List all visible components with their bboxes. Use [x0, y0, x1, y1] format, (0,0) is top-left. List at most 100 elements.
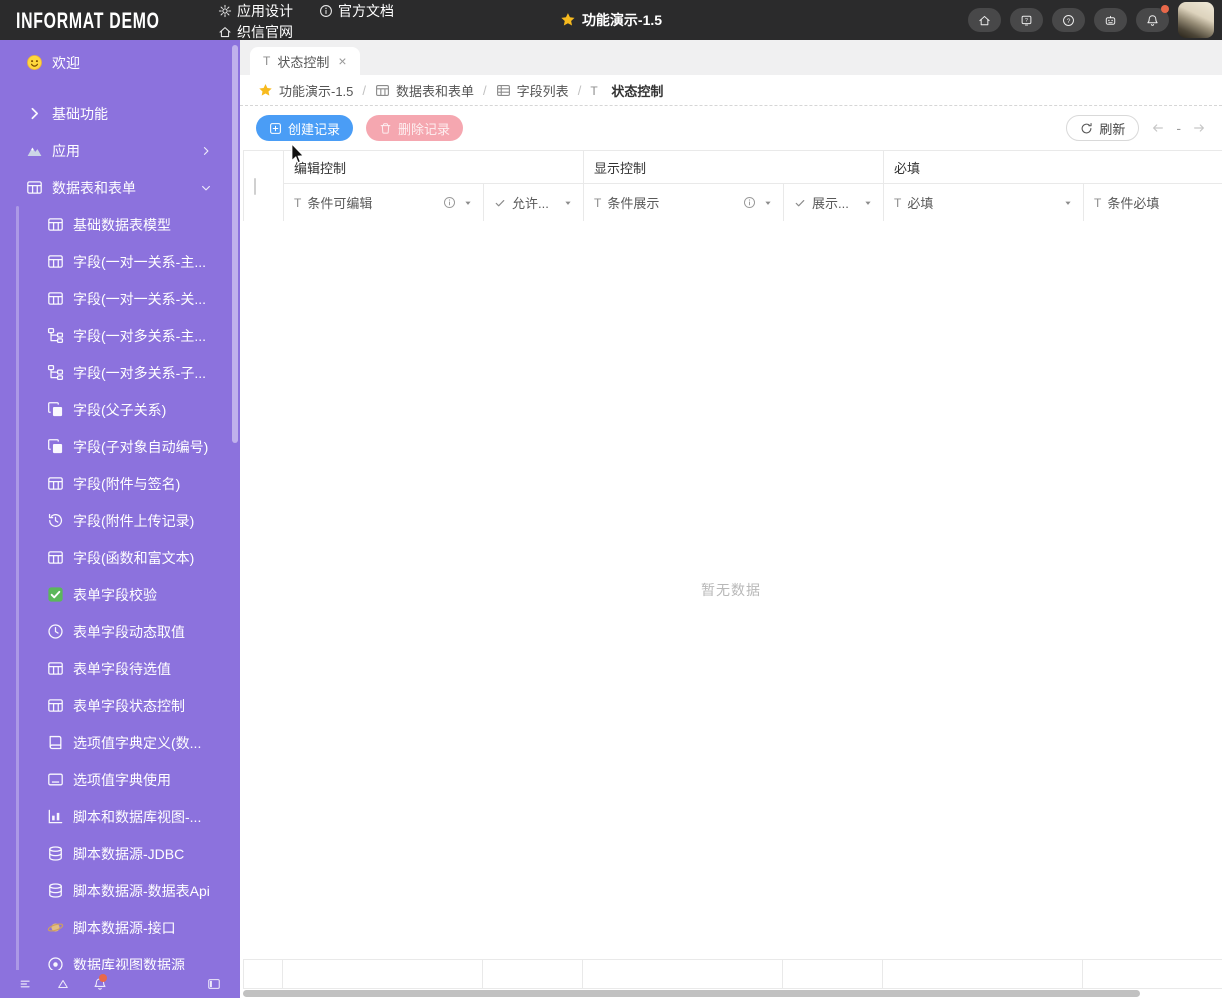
sidebar-item-script-ds-interface[interactable]: 脚本数据源-接口 [0, 909, 240, 946]
sidebar-item-form-field-state-control[interactable]: 表单字段状态控制 [0, 687, 240, 724]
column-header-col-required[interactable]: T 必填 [883, 183, 1085, 221]
sidebar-item-field-one-to-many-child[interactable]: 字段(一对多关系-子... [0, 354, 240, 391]
breadcrumb-bc-data-tables[interactable]: 数据表和表单 [375, 81, 474, 100]
plus-square-icon [269, 122, 282, 135]
sidebar-item-welcome[interactable]: 欢迎 [0, 44, 240, 81]
feedback-icon: ? [1020, 14, 1033, 27]
toggle-panel-button[interactable] [207, 977, 221, 991]
filter-caret-icon [563, 198, 573, 208]
arrow-right-icon[interactable] [1192, 121, 1206, 135]
horizontal-scrollbar-thumb[interactable] [243, 990, 1140, 997]
column-header-col-editable-condition[interactable]: T 条件可编辑 [283, 183, 484, 221]
check-green-icon [47, 586, 64, 603]
sidebar-item-label: 字段(一对多关系-主... [73, 327, 206, 344]
breadcrumb-bc-app[interactable]: 功能演示-1.5 [258, 81, 353, 100]
sidebar-item-label: 字段(父子关系) [73, 401, 167, 418]
column-group-display-control: 显示控制 [583, 150, 885, 184]
sidebar-item-field-one-to-one-main[interactable]: 字段(一对一关系-主... [0, 243, 240, 280]
delete-record-button[interactable]: 删除记录 [366, 115, 464, 141]
sidebar-item-script-db-view[interactable]: 脚本和数据库视图-... [0, 798, 240, 835]
sidebar-item-label: 字段(附件上传记录) [73, 512, 195, 529]
pager: - [1151, 120, 1206, 136]
select-all-checkbox[interactable] [254, 177, 256, 195]
sidebar-item-dict-usage[interactable]: 选项值字典使用 [0, 761, 240, 798]
refresh-button[interactable]: 刷新 [1066, 115, 1140, 141]
arrow-left-icon[interactable] [1151, 121, 1165, 135]
messages-button[interactable] [93, 974, 107, 991]
sidebar-item-dict-definition[interactable]: 选项值字典定义(数... [0, 724, 240, 761]
feedback-button[interactable]: ? [1010, 8, 1043, 32]
table-icon [375, 83, 390, 98]
sidebar-item-label: 脚本数据源-数据表Api [73, 882, 210, 899]
nav-item-official-site[interactable]: 织信官网 [218, 21, 293, 42]
sidebar-item-field-attachment-upload-log[interactable]: 字段(附件上传记录) [0, 502, 240, 539]
sidebar-item-label: 基础功能 [52, 105, 108, 122]
nav-item-official-docs[interactable]: 官方文档 [319, 0, 394, 21]
avatar[interactable] [1178, 2, 1214, 38]
notifications-button[interactable] [1136, 5, 1169, 32]
sidebar-item-field-parent-child[interactable]: 字段(父子关系) [0, 391, 240, 428]
column-header-col-required-condition[interactable]: T 条件必填 [1083, 183, 1222, 221]
sidebar-item-form-field-dynamic-value[interactable]: 表单字段动态取值 [0, 613, 240, 650]
collapse-menu-button[interactable] [19, 977, 33, 991]
nav-item-label: 应用设计 [237, 2, 293, 19]
sidebar-item-field-one-to-many-main[interactable]: 字段(一对多关系-主... [0, 317, 240, 354]
page-indicator: - [1176, 120, 1181, 136]
main-area: T 状态控制 × 功能演示-1.5 / 数据表和表单 / 字段列表 / T 状态控制 创建记录… [240, 40, 1222, 998]
sidebar-item-field-one-to-one-rel[interactable]: 字段(一对一关系-关... [0, 280, 240, 317]
column-header-col-allow[interactable]: 允许... [482, 183, 585, 221]
close-icon[interactable]: × [338, 53, 346, 69]
robot-icon [1104, 14, 1117, 27]
breadcrumb-bc-state-control[interactable]: T 状态控制 [590, 81, 663, 100]
column-label: 允许... [512, 196, 549, 211]
sidebar-scrollbar[interactable] [232, 45, 238, 443]
table-icon [47, 697, 64, 714]
table-icon [47, 549, 64, 566]
sidebar-item-script-ds-table-api[interactable]: 脚本数据源-数据表Api [0, 872, 240, 909]
assistant-button[interactable] [1094, 8, 1127, 32]
clock-icon [47, 623, 64, 640]
sidebar-item-label: 选项值字典定义(数... [73, 734, 202, 751]
breadcrumb-bc-field-list[interactable]: 字段列表 [496, 81, 569, 100]
sidebar-item-field-child-auto-number[interactable]: 字段(子对象自动编号) [0, 428, 240, 465]
sidebar-item-base-data-model[interactable]: 基础数据表模型 [0, 206, 240, 243]
create-record-button[interactable]: 创建记录 [256, 115, 354, 141]
column-label: 条件展示 [607, 196, 660, 211]
tab-state-control[interactable]: T 状态控制 × [250, 47, 360, 75]
footer-cell [483, 960, 583, 988]
toolbar: 创建记录 删除记录 刷新 - [240, 106, 1222, 150]
column-group-edit-control: 编辑控制 [282, 150, 585, 184]
filter-caret-icon [463, 198, 473, 208]
footer-cell [883, 960, 1083, 988]
smiley-icon [26, 54, 43, 71]
filter-caret-icon [763, 198, 773, 208]
column-header-col-display[interactable]: 展示... [783, 183, 885, 221]
sidebar-item-field-attachment-signature[interactable]: 字段(附件与签名) [0, 465, 240, 502]
footer-cell [1083, 960, 1222, 988]
sidebar-item-script-ds-jdbc[interactable]: 脚本数据源-JDBC [0, 835, 240, 872]
chevron-down-icon [200, 182, 212, 194]
sidebar-item-label: 脚本和数据库视图-... [73, 808, 202, 825]
column-header-col-display-condition[interactable]: T 条件展示 [583, 183, 785, 221]
sidebar-item-field-function-richtext[interactable]: 字段(函数和富文本) [0, 539, 240, 576]
help-button[interactable]: ? [1052, 8, 1085, 32]
breadcrumb-label: 数据表和表单 [396, 83, 475, 99]
info-icon [443, 196, 456, 209]
home-outline-icon [218, 25, 232, 39]
sidebar-item-basic-functions[interactable]: 基础功能 [0, 95, 240, 132]
sidebar-item-form-field-options[interactable]: 表单字段待选值 [0, 650, 240, 687]
footer-cell [283, 960, 483, 988]
sidebar-item-apps[interactable]: 应用 [0, 132, 240, 169]
sidebar-item-label: 字段(函数和富文本) [73, 549, 195, 566]
home-button[interactable] [968, 8, 1001, 32]
nav-item-app-design[interactable]: 应用设计 [218, 0, 293, 21]
sidebar-item-form-field-validation[interactable]: 表单字段校验 [0, 576, 240, 613]
announcement-button[interactable] [56, 977, 70, 991]
column-label: 展示... [812, 196, 849, 211]
field-text-icon: T [1094, 196, 1102, 210]
notification-badge [99, 974, 107, 982]
top-nav: 应用设计 官方文档织信官网 [218, 0, 400, 42]
top-actions: ?? [968, 0, 1214, 40]
trash-icon [379, 122, 392, 135]
sidebar-item-data-tables-and-forms[interactable]: 数据表和表单 [0, 169, 240, 206]
